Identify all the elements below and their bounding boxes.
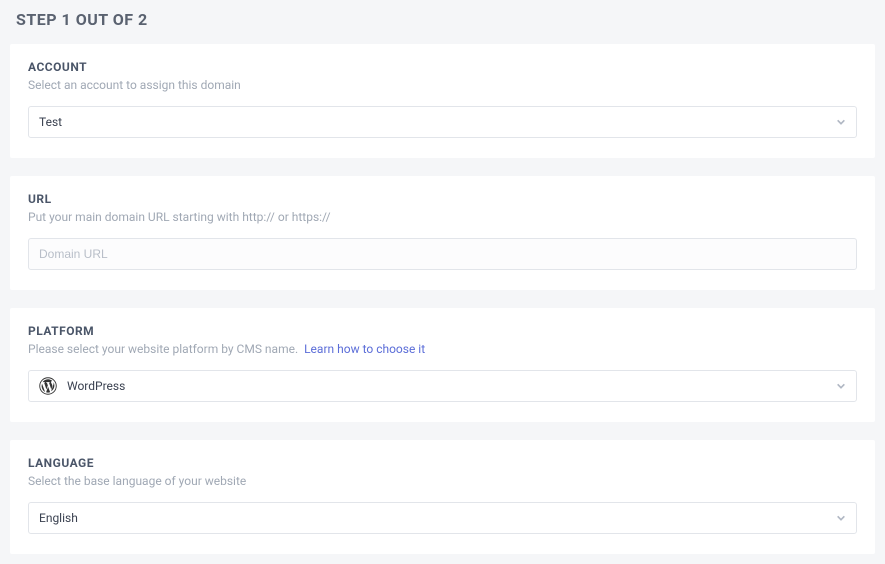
language-select-value: English	[39, 511, 78, 525]
platform-label: PLATFORM	[28, 324, 857, 338]
account-desc: Select an account to assign this domain	[28, 78, 857, 92]
account-select[interactable]: Test	[28, 106, 857, 138]
language-card: LANGUAGE Select the base language of you…	[10, 440, 875, 554]
wordpress-icon	[39, 377, 57, 395]
platform-desc: Please select your website platform by C…	[28, 342, 857, 356]
platform-card: PLATFORM Please select your website plat…	[10, 308, 875, 422]
platform-select-value: WordPress	[67, 379, 125, 393]
url-input-wrapper	[28, 238, 857, 270]
platform-learn-link[interactable]: Learn how to choose it	[304, 342, 425, 356]
chevron-down-icon	[836, 117, 846, 127]
url-input[interactable]	[39, 247, 846, 261]
language-desc: Select the base language of your website	[28, 474, 857, 488]
url-card: URL Put your main domain URL starting wi…	[10, 176, 875, 290]
page-title: STEP 1 OUT OF 2	[16, 10, 875, 29]
url-label: URL	[28, 192, 857, 206]
chevron-down-icon	[836, 381, 846, 391]
chevron-down-icon	[836, 513, 846, 523]
platform-select[interactable]: WordPress	[28, 370, 857, 402]
account-card: ACCOUNT Select an account to assign this…	[10, 44, 875, 158]
url-desc: Put your main domain URL starting with h…	[28, 210, 857, 224]
language-label: LANGUAGE	[28, 456, 857, 470]
account-label: ACCOUNT	[28, 60, 857, 74]
platform-desc-text: Please select your website platform by C…	[28, 342, 298, 356]
account-select-value: Test	[39, 115, 62, 129]
